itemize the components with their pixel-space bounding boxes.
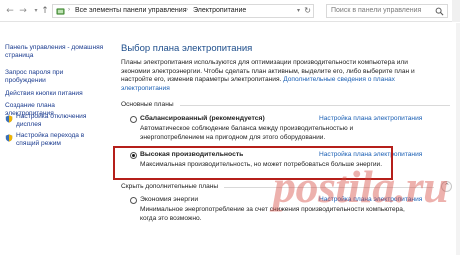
section-extra-plans[interactable]: Скрыть дополнительные планы (121, 183, 218, 190)
plan-description-balanced: Автоматическое соблюдение баланса между … (140, 125, 354, 141)
section-divider (180, 105, 450, 106)
main-content: Выбор плана электропитания Планы электро… (110, 23, 460, 255)
radio-balanced[interactable] (130, 116, 137, 123)
radio-power-saver[interactable] (130, 197, 137, 204)
sidebar-item-power-buttons[interactable]: Действия кнопки питания (5, 90, 105, 98)
watermark-logo: postila.ru (273, 161, 449, 212)
control-panel-icon (56, 8, 65, 15)
search-icon[interactable] (435, 7, 444, 16)
address-dropdown-icon[interactable]: ▾ (297, 7, 300, 14)
sidebar: Панель управления - домашняя страница За… (0, 23, 110, 255)
sidebar-item-home[interactable]: Панель управления - домашняя страница (5, 44, 105, 60)
plan-name-balanced: Сбалансированный (рекомендуется) (140, 115, 265, 122)
sleep-shield-icon (5, 134, 13, 142)
page-description: Планы электропитания используются для оп… (121, 59, 437, 93)
search-placeholder: Поиск в панели управления (331, 7, 422, 14)
sidebar-item-sleep[interactable]: Настройка перехода в спящий режим (16, 132, 108, 148)
sidebar-item-display-off[interactable]: Настройка отключения дисплея (16, 113, 108, 129)
address-bar[interactable]: › Все элементы панели управления › Элект… (52, 4, 314, 18)
breadcrumb-power-options[interactable]: Электропитание (193, 7, 246, 14)
refresh-icon[interactable]: ↻ (304, 6, 311, 15)
back-arrow-icon[interactable]: ← (5, 6, 15, 16)
breadcrumb-separator-icon: › (186, 7, 188, 13)
plan-name-power-saver: Экономия энергии (140, 196, 199, 203)
breadcrumb-all-items[interactable]: Все элементы панели управления (75, 7, 186, 14)
address-toolbar: ← → ▾ ↑ › Все элементы панели управления… (0, 0, 460, 22)
page-title: Выбор плана электропитания (121, 43, 253, 54)
sidebar-item-password-on-wake[interactable]: Запрос пароля при пробуждении (5, 69, 105, 85)
up-arrow-icon[interactable]: ↑ (40, 6, 50, 16)
breadcrumb-separator-icon: › (68, 7, 70, 13)
plan-settings-link-balanced[interactable]: Настройка плана электропитания (319, 115, 422, 122)
window-right-edge (456, 23, 460, 255)
display-shield-icon (5, 115, 13, 123)
window-edge (452, 0, 460, 22)
section-main-plans: Основные планы (121, 101, 174, 108)
search-input[interactable]: Поиск в панели управления (326, 4, 448, 18)
forward-arrow-icon[interactable]: → (18, 6, 28, 16)
